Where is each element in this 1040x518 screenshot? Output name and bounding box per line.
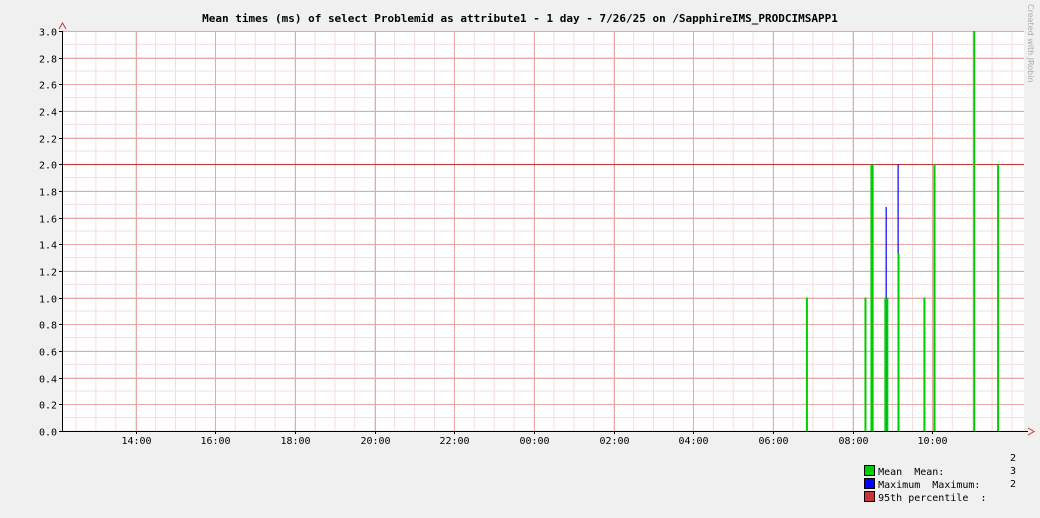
legend-item-mean: Mean Mean: 2: [840, 452, 1030, 478]
y-tick-label: 1.2: [39, 268, 57, 279]
x-axis: 14:00 16:00 18:00 20:00 22:00 00:00 02:00 04:00…: [121, 431, 948, 447]
y-axis-arrow: [58, 22, 67, 30]
chart-title: Mean times (ms) of select Problemid as a…: [202, 12, 838, 25]
x-tick-label: 00:00: [519, 436, 549, 447]
x-tick-label: 22:00: [439, 436, 469, 447]
y-tick-label: 2.2: [39, 135, 57, 146]
y-tick-label: 2.4: [39, 108, 57, 119]
x-tick-label: 06:00: [758, 436, 788, 447]
x-tick-label: 04:00: [678, 436, 708, 447]
bar-mean: [871, 164, 874, 432]
bar-mean: [897, 253, 900, 431]
legend: Mean Mean: 2 Maximum Maximum: 3 95th perce…: [840, 452, 1030, 504]
x-tick-label: 02:00: [599, 436, 629, 447]
y-tick-label: 1.0: [39, 295, 57, 306]
x-tick-label: 14:00: [121, 436, 151, 447]
bar-mean: [805, 297, 808, 431]
x-tick-label: 10:00: [917, 436, 947, 447]
y-tick-label: 0.8: [39, 321, 57, 332]
legend-item-percentile: 95th percentile :2: [840, 478, 1030, 504]
y-tick-label: 1.8: [39, 188, 57, 199]
y-axis: 0.0 0.2 0.4 0.6 0.8 1.0 1.2 1.4 1.6 1.8 2.0 2.2 2.4 2…: [39, 28, 62, 439]
bar-mean: [997, 164, 1000, 432]
bar-mean: [933, 164, 936, 432]
y-tick-label: 3.0: [39, 28, 57, 39]
watermark: Created with JRobin: [1026, 4, 1035, 83]
x-tick-label: 20:00: [360, 436, 390, 447]
bar-mean: [923, 297, 926, 431]
x-tick-label: 16:00: [200, 436, 230, 447]
bar-mean: [864, 297, 867, 431]
y-tick-label: 0.0: [39, 428, 57, 439]
x-axis-arrow: [1027, 427, 1035, 436]
bar-mean: [886, 297, 889, 431]
x-tick-label: 18:00: [280, 436, 310, 447]
bar-mean: [973, 31, 976, 431]
legend-value-mean: 2: [1009, 453, 1016, 464]
y-tick-label: 1.4: [39, 241, 57, 252]
y-tick-label: 0.2: [39, 401, 57, 412]
legend-value-percentile: 2: [1009, 479, 1016, 490]
y-tick-label: 2.8: [39, 55, 57, 66]
y-tick-label: 2.6: [39, 81, 57, 92]
legend-item-maximum: Maximum Maximum: 3: [840, 465, 1030, 491]
y-tick-label: 0.6: [39, 348, 57, 359]
legend-swatch-percentile: [864, 491, 876, 502]
y-tick-label: 2.0: [39, 161, 57, 172]
y-tick-label: 0.4: [39, 375, 57, 386]
bar-mean: [884, 297, 887, 431]
chart: Mean times (ms) of select Problemid as a…: [39, 12, 1035, 447]
x-tick-label: 08:00: [838, 436, 868, 447]
y-tick-label: 1.6: [39, 215, 57, 226]
legend-value-maximum: 3: [1009, 466, 1016, 477]
